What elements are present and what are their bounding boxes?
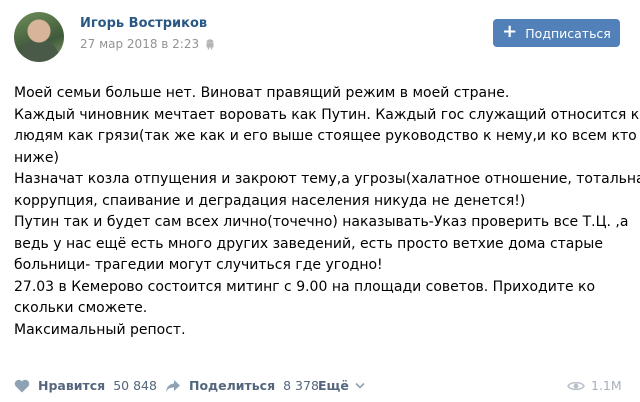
author-name[interactable]: Игорь Востриков [80,16,207,31]
views-count: 1.1M [591,378,622,393]
post-line: скольки сможете. [14,300,148,316]
views-counter: 1.1M [567,378,622,393]
post-line: больници- трагедии могут случиться где у… [14,257,383,273]
subscribe-label: Подписаться [525,25,611,41]
post-line: Каждый чиновник мечтает воровать как Пут… [14,106,640,123]
share-button[interactable]: Поделиться 8 378 [165,378,319,393]
plus-icon: + [502,21,518,42]
post-date[interactable]: 27 мар 2018 в 2:23 [80,37,199,51]
like-label: Нравится [38,378,106,393]
share-label: Поделиться [189,378,276,393]
chevron-down-icon [355,382,365,389]
share-icon [166,379,180,392]
like-count: 50 848 [113,378,157,393]
post-meta: 27 мар 2018 в 2:23 [80,37,215,51]
post-text: Моей семьи больше нет. Виноват правящий … [14,83,640,341]
post-actions: Нравится 50 848 Поделиться 8 378 Ещё 1.1… [0,360,640,402]
post-header: Игорь Востриков 27 мар 2018 в 2:23 + Под… [0,0,640,70]
more-label: Ещё [318,378,349,393]
post-line: людям как грязи(так же как и его выше ст… [14,128,637,144]
subscribe-button[interactable]: + Подписаться [493,19,620,47]
like-button[interactable]: Нравится 50 848 [14,378,157,393]
post-line: 27.03 в Кемерово состоится митинг с 9.00… [14,278,596,295]
post-line: коррупция, спаивание и деградация населе… [14,192,526,209]
heart-icon [14,379,30,392]
post-line: Путин так и будет сам всех лично(точечно… [14,214,629,230]
post-line: Моей семьи больше нет. Виноват правящий … [14,85,510,101]
eye-icon [567,381,585,390]
post-line: Максимальный репост. [14,321,186,338]
more-button[interactable]: Ещё [318,378,365,393]
android-icon [206,38,214,49]
post-line: ниже) [14,149,59,166]
post-line: Назначат козла отпущения и закроют тему,… [14,171,640,187]
share-count: 8 378 [283,378,319,393]
avatar[interactable] [14,12,64,62]
post-line: ведь у нас ещё есть много других заведен… [14,235,603,252]
